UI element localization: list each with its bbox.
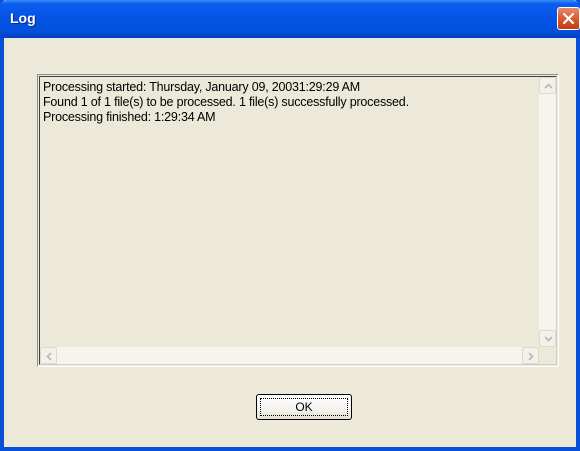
scrollbar-corner [539, 347, 556, 364]
ok-button-label: OK [295, 400, 313, 414]
arrow-down-icon [544, 336, 553, 342]
log-line: Processing started: Thursday, January 09… [43, 80, 361, 94]
scroll-right-button[interactable] [522, 347, 539, 364]
scroll-down-button[interactable] [539, 330, 556, 347]
horizontal-scrollbar[interactable] [40, 347, 539, 364]
title-bar[interactable]: Log [0, 0, 580, 38]
log-content: Processing started: Thursday, January 09… [43, 80, 533, 348]
ok-button[interactable]: OK [256, 394, 352, 420]
scroll-up-button[interactable] [539, 77, 556, 94]
arrow-up-icon [544, 83, 553, 89]
log-frame: Processing started: Thursday, January 09… [39, 76, 557, 365]
close-icon [563, 13, 574, 24]
window-title: Log [10, 10, 36, 26]
log-line: Found 1 of 1 file(s) to be processed. 1 … [43, 95, 409, 109]
arrow-right-icon [528, 352, 534, 361]
log-textarea[interactable]: Processing started: Thursday, January 09… [37, 74, 559, 367]
close-button[interactable] [557, 7, 580, 30]
arrow-left-icon [46, 352, 52, 361]
vertical-scrollbar[interactable] [539, 77, 556, 347]
log-window: Log Processing started: Thursday, Januar… [0, 0, 580, 451]
scroll-left-button[interactable] [40, 347, 57, 364]
log-line: Processing finished: 1:29:34 AM [43, 110, 216, 124]
